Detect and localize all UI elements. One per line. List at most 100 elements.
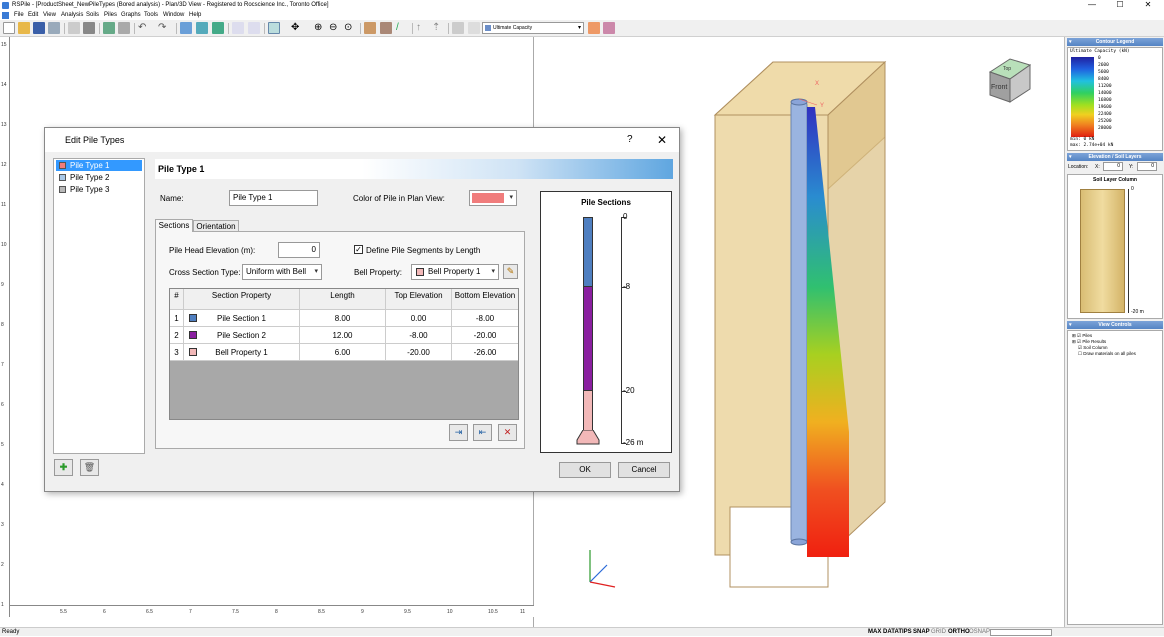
maximize-button[interactable]: ☐ <box>1106 0 1134 11</box>
pile-icon[interactable]: / <box>396 22 408 34</box>
grid-icon[interactable] <box>232 22 244 34</box>
menu-help[interactable]: Help <box>189 11 201 20</box>
contour-legend: Ultimate Capacity (kN) 0 2600 5600 8400 1120… <box>1067 47 1163 151</box>
zoom-extents-icon[interactable]: ⊙ <box>344 22 356 34</box>
zoom-out-icon[interactable]: ⊖ <box>329 22 341 34</box>
list-item-pile-type-2[interactable]: Pile Type 2 <box>56 172 142 183</box>
insert-row-button[interactable]: ⇥ <box>449 424 468 441</box>
properties-icon[interactable] <box>468 22 480 34</box>
add-row-button[interactable]: ⇤ <box>473 424 492 441</box>
result-type-value: Ultimate Capacity <box>493 25 533 31</box>
cap-icon[interactable] <box>452 22 464 34</box>
cell-length[interactable]: 12.00 <box>300 327 386 344</box>
chart-icon[interactable] <box>588 22 600 34</box>
plan-color-picker[interactable]: ▾ <box>469 190 517 206</box>
close-window-button[interactable]: ✕ <box>1134 0 1162 11</box>
tree-item-draw-materials[interactable]: ☐ Draw materials on all piles <box>1078 351 1136 357</box>
export-icon[interactable] <box>118 22 130 34</box>
header-num: # <box>170 289 184 310</box>
head-elevation-input[interactable]: 0 <box>278 242 320 258</box>
save-as-icon[interactable] <box>48 22 60 34</box>
cancel-button[interactable]: Cancel <box>618 462 670 478</box>
soil-column-panel: Soil Layer Column 0 -20 m <box>1067 174 1163 319</box>
contour-legend-header[interactable]: ▾ Contour Legend <box>1067 38 1163 46</box>
ruler-label: 12 <box>1 162 7 168</box>
interpret-icon[interactable] <box>212 22 224 34</box>
table-row[interactable]: 2 Pile Section 2 12.00 -8.00 -20.00 <box>170 327 518 344</box>
pile-sections-preview: Pile Sections 0 -8 -20 -26 m <box>540 191 672 453</box>
ok-button[interactable]: OK <box>559 462 611 478</box>
3d-box-icon[interactable] <box>364 22 376 34</box>
elevation-header[interactable]: ▾ Elevation / Soil Layers <box>1067 153 1163 161</box>
ruler-label: 5 <box>1 442 4 448</box>
menu-window[interactable]: Window <box>163 11 184 20</box>
cell-section-property[interactable]: Pile Section 2 <box>184 327 300 344</box>
edit-bell-property-button[interactable]: ✎ <box>503 264 518 279</box>
pin-icon[interactable]: ▾ <box>1069 321 1072 329</box>
bell-property-select[interactable]: Bell Property 1 ▾ <box>411 264 499 280</box>
redo-icon[interactable]: ↷ <box>158 22 170 34</box>
cell-num: 1 <box>170 310 184 327</box>
menu-view[interactable]: View <box>43 11 56 20</box>
copy-image-icon[interactable] <box>103 22 115 34</box>
new-file-icon[interactable] <box>3 22 15 34</box>
cross-section-select[interactable]: Uniform with Bell ▾ <box>242 264 322 280</box>
compute-icon[interactable] <box>196 22 208 34</box>
delete-pile-type-button[interactable]: 🗑 <box>80 459 99 476</box>
pile-type-list: Pile Type 1 Pile Type 2 Pile Type 3 <box>53 158 145 454</box>
pan-icon[interactable]: ✥ <box>291 22 303 34</box>
menu-analysis[interactable]: Analysis <box>61 11 83 20</box>
select-icon[interactable] <box>268 22 280 34</box>
zoom-in-icon[interactable]: ⊕ <box>314 22 326 34</box>
dialog-close-button[interactable]: ✕ <box>657 128 667 152</box>
help-button[interactable]: ? <box>627 128 633 152</box>
open-folder-icon[interactable] <box>18 22 30 34</box>
graph-icon[interactable] <box>603 22 615 34</box>
x-input[interactable]: 0 <box>1103 162 1123 171</box>
undo-icon[interactable]: ↶ <box>138 22 150 34</box>
view-controls-header[interactable]: ▾ View Controls <box>1067 321 1163 329</box>
pin-icon[interactable]: ▾ <box>1069 38 1072 46</box>
vertical-ruler: 15 14 13 12 11 10 9 8 7 6 5 4 3 2 1 <box>0 37 10 617</box>
pin-icon[interactable]: ▾ <box>1069 153 1072 161</box>
bell-swatch <box>416 268 424 276</box>
project-settings-icon[interactable] <box>180 22 192 34</box>
menu-edit[interactable]: Edit <box>28 11 38 20</box>
menu-file[interactable]: File <box>14 11 24 20</box>
layout-icon[interactable] <box>248 22 260 34</box>
print-preview-icon[interactable] <box>68 22 80 34</box>
y-input[interactable]: 0 <box>1137 162 1157 171</box>
add-pile-group-icon[interactable]: ⇡ <box>432 22 444 34</box>
table-row[interactable]: 3 Bell Property 1 6.00 -20.00 -26.00 <box>170 344 518 361</box>
list-item-pile-type-1[interactable]: Pile Type 1 <box>56 160 142 171</box>
tab-sections[interactable]: Sections <box>155 219 193 232</box>
cell-section-property[interactable]: Bell Property 1 <box>184 344 300 361</box>
ruler-label: 10 <box>447 609 453 615</box>
cell-section-property[interactable]: Pile Section 1 <box>184 310 300 327</box>
define-segments-checkbox[interactable]: ✓ <box>354 245 363 254</box>
name-input[interactable]: Pile Type 1 <box>229 190 318 206</box>
menu-piles[interactable]: Piles <box>104 11 117 20</box>
add-pile-type-button[interactable]: ✚ <box>54 459 73 476</box>
print-icon[interactable] <box>83 22 95 34</box>
cell-length[interactable]: 6.00 <box>300 344 386 361</box>
tab-orientation[interactable]: Orientation <box>193 220 239 231</box>
result-type-dropdown[interactable]: Ultimate Capacity ▾ <box>482 22 584 34</box>
minimize-button[interactable]: — <box>1078 0 1106 11</box>
ruler-label: 7 <box>189 609 192 615</box>
color-swatch <box>472 193 504 203</box>
table-row[interactable]: 1 Pile Section 1 8.00 0.00 -8.00 <box>170 310 518 327</box>
soil-icon[interactable] <box>380 22 392 34</box>
menu-graphs[interactable]: Graphs <box>121 11 141 20</box>
add-pile-icon[interactable]: ↑ <box>416 22 428 34</box>
pile-shaft <box>790 100 808 544</box>
soil-layer[interactable] <box>1080 189 1125 313</box>
list-item-pile-type-3[interactable]: Pile Type 3 <box>56 184 142 195</box>
menu-tools[interactable]: Tools <box>144 11 158 20</box>
cell-length[interactable]: 8.00 <box>300 310 386 327</box>
doc-icon <box>2 12 9 19</box>
menu-soils[interactable]: Soils <box>86 11 99 20</box>
delete-row-button[interactable]: ✕ <box>498 424 517 441</box>
save-icon[interactable] <box>33 22 45 34</box>
chevron-down-icon: ▾ <box>577 25 581 31</box>
